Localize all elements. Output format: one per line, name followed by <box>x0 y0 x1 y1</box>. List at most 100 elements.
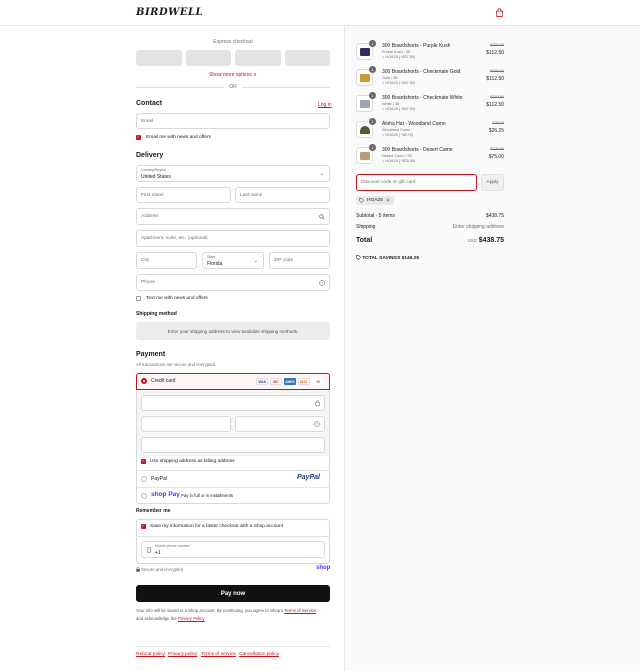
paypal-radio[interactable] <box>141 476 147 482</box>
discount-text: HOA25 (−$8.75) <box>385 133 414 137</box>
billing-address-checkbox[interactable] <box>141 458 146 464</box>
shipping-method-message: Enter your shipping address to view avai… <box>136 322 330 340</box>
discount-text: HOA25 (−$37.50) <box>385 107 416 111</box>
subtotal-value: $438.75 <box>485 213 504 219</box>
product-variant: Gold / 36 <box>382 76 398 80</box>
remember-divider <box>137 536 329 537</box>
mobile-phone-label: Mobile phone number <box>155 544 190 548</box>
apply-discount-button[interactable]: Apply <box>481 174 504 191</box>
billing-address-label: Use shipping address as billing address <box>150 459 235 464</box>
card-number-field[interactable] <box>141 395 325 411</box>
cancellation-policy-link[interactable]: Cancellation policy <box>239 652 279 657</box>
applied-discount-chip: HOA25 ✕ <box>356 196 394 205</box>
mobile-phone-field[interactable]: Mobile phone number +1 <box>141 541 325 558</box>
product-variant: Woodland Camo <box>382 128 411 132</box>
discount-tag: ⌂ HOA25 (−$8.75) <box>382 133 414 137</box>
help-circle-icon[interactable]: ? <box>314 421 320 427</box>
quantity-badge: 1 <box>369 40 376 47</box>
secure-text: Secure and encrypted <box>141 567 184 572</box>
discount-tag: ⌂ HOA25 (−$37.50) <box>382 55 416 59</box>
terms-of-service-link[interactable]: Terms of Service <box>284 608 316 613</box>
state-value: Florida <box>207 261 223 267</box>
express-button-3[interactable] <box>235 50 281 66</box>
express-checkout-buttons <box>136 50 330 66</box>
total-amount: USD $438.75 <box>468 237 504 244</box>
shipping-value: Enter shipping address <box>452 224 504 230</box>
name-on-card-field[interactable] <box>141 437 325 453</box>
currency-code: USD <box>467 238 477 243</box>
discount-code-input[interactable]: Discount code or gift card <box>356 174 477 191</box>
last-name-placeholder: Last name <box>240 192 263 198</box>
city-field[interactable]: City <box>136 252 197 269</box>
phone-field[interactable]: Phone ? <box>136 274 330 291</box>
email-placeholder: Email <box>141 118 153 124</box>
mobile-phone-value: +1 <box>155 550 161 556</box>
compare-price: $150.00 <box>490 69 504 73</box>
login-link[interactable]: Log in <box>318 102 332 108</box>
zip-field[interactable]: ZIP code <box>269 252 330 269</box>
country-select[interactable]: Country/Region United States ⌄ <box>136 165 330 182</box>
product-price: $112.50 <box>486 76 504 82</box>
express-button-2[interactable] <box>185 50 231 66</box>
cart-item: 1 Aloha Hat - Woodland Camo Woodland Cam… <box>356 118 504 145</box>
discount-placeholder: Discount code or gift card <box>361 180 416 185</box>
delivery-title: Delivery <box>136 152 164 159</box>
shop-pay-text: Pay in full or in installments <box>181 493 234 498</box>
paypal-logo: PayPal <box>297 474 320 481</box>
text-me-checkbox[interactable] <box>136 296 141 301</box>
compare-price: $150.00 <box>490 43 504 47</box>
product-name: 300 Boardshorts - Checkmate Gold <box>382 69 461 75</box>
cart-item: 1 300 Boardshorts - Desert Camo Desert C… <box>356 144 504 171</box>
save-info-checkbox[interactable] <box>141 523 146 529</box>
terms-of-service-footer-link[interactable]: Terms of service <box>201 652 236 657</box>
apartment-field[interactable]: Apartment, suite, etc. (optional) <box>136 230 330 247</box>
visa-icon: VISA <box>256 378 268 385</box>
brand-logo[interactable]: BIRDWELL <box>136 7 203 18</box>
text-me-label: Text me with news and offers <box>146 296 208 301</box>
remove-discount-icon[interactable]: ✕ <box>386 198 390 204</box>
privacy-policy-footer-link[interactable]: Privacy policy <box>168 652 197 657</box>
contact-title: Contact <box>136 100 163 107</box>
lock-icon <box>315 400 320 406</box>
last-name-field[interactable]: Last name <box>235 187 330 203</box>
email-news-checkbox[interactable] <box>136 134 141 140</box>
discount-tag: ⌂ HOA25 (−$37.50) <box>382 107 416 111</box>
first-name-field[interactable]: First name <box>136 187 231 203</box>
shipping-label: Shipping <box>356 224 376 230</box>
credit-card-radio[interactable] <box>141 378 147 384</box>
pay-now-button[interactable]: Pay now <box>136 585 330 602</box>
apartment-placeholder: Apartment, suite, etc. (optional) <box>141 236 208 241</box>
product-price: $75.00 <box>488 154 504 160</box>
express-button-1[interactable] <box>136 50 182 66</box>
payment-divider <box>137 487 329 488</box>
phone-icon <box>147 547 151 553</box>
shop-pay-radio[interactable] <box>141 493 147 499</box>
legal-text: Your info will be saved to a Shop accoun… <box>136 607 336 622</box>
shopping-bag-icon[interactable] <box>495 8 504 17</box>
country-value: United States <box>141 174 172 180</box>
express-button-4[interactable] <box>284 50 330 66</box>
expiration-field[interactable] <box>141 416 231 432</box>
city-placeholder: City <box>141 258 150 263</box>
email-field[interactable]: Email <box>136 113 330 129</box>
refund-policy-link[interactable]: Refund policy <box>136 652 165 657</box>
quantity-badge: 1 <box>369 92 376 99</box>
cart-item: 1 300 Boardshorts - Purple Kush Purple K… <box>356 40 504 67</box>
privacy-policy-link[interactable]: Privacy Policy <box>178 616 205 621</box>
show-more-options-link[interactable]: Show more options ∨ <box>136 72 330 78</box>
first-name-placeholder: First name <box>141 192 164 198</box>
product-price: $112.50 <box>486 102 504 108</box>
quantity-badge: 1 <box>369 66 376 73</box>
state-select[interactable]: State Florida ⌄ <box>202 252 264 269</box>
security-code-field[interactable]: ? <box>235 416 325 432</box>
payment-divider <box>137 470 329 471</box>
compare-price: $100.00 <box>490 147 504 151</box>
savings-label: TOTAL SAVINGS <box>362 255 401 261</box>
discover-icon: DISC <box>298 378 310 385</box>
cart-item: 1 300 Boardshorts - Checkmate White Whit… <box>356 92 504 119</box>
total-savings-row: TOTAL SAVINGS $146.25 <box>356 255 504 261</box>
help-circle-icon[interactable]: ? <box>319 279 325 286</box>
tag-icon <box>359 198 364 203</box>
discount-tag: ⌂ HOA25 (−$25.00) <box>382 159 416 163</box>
address-field[interactable]: Address <box>136 208 330 225</box>
